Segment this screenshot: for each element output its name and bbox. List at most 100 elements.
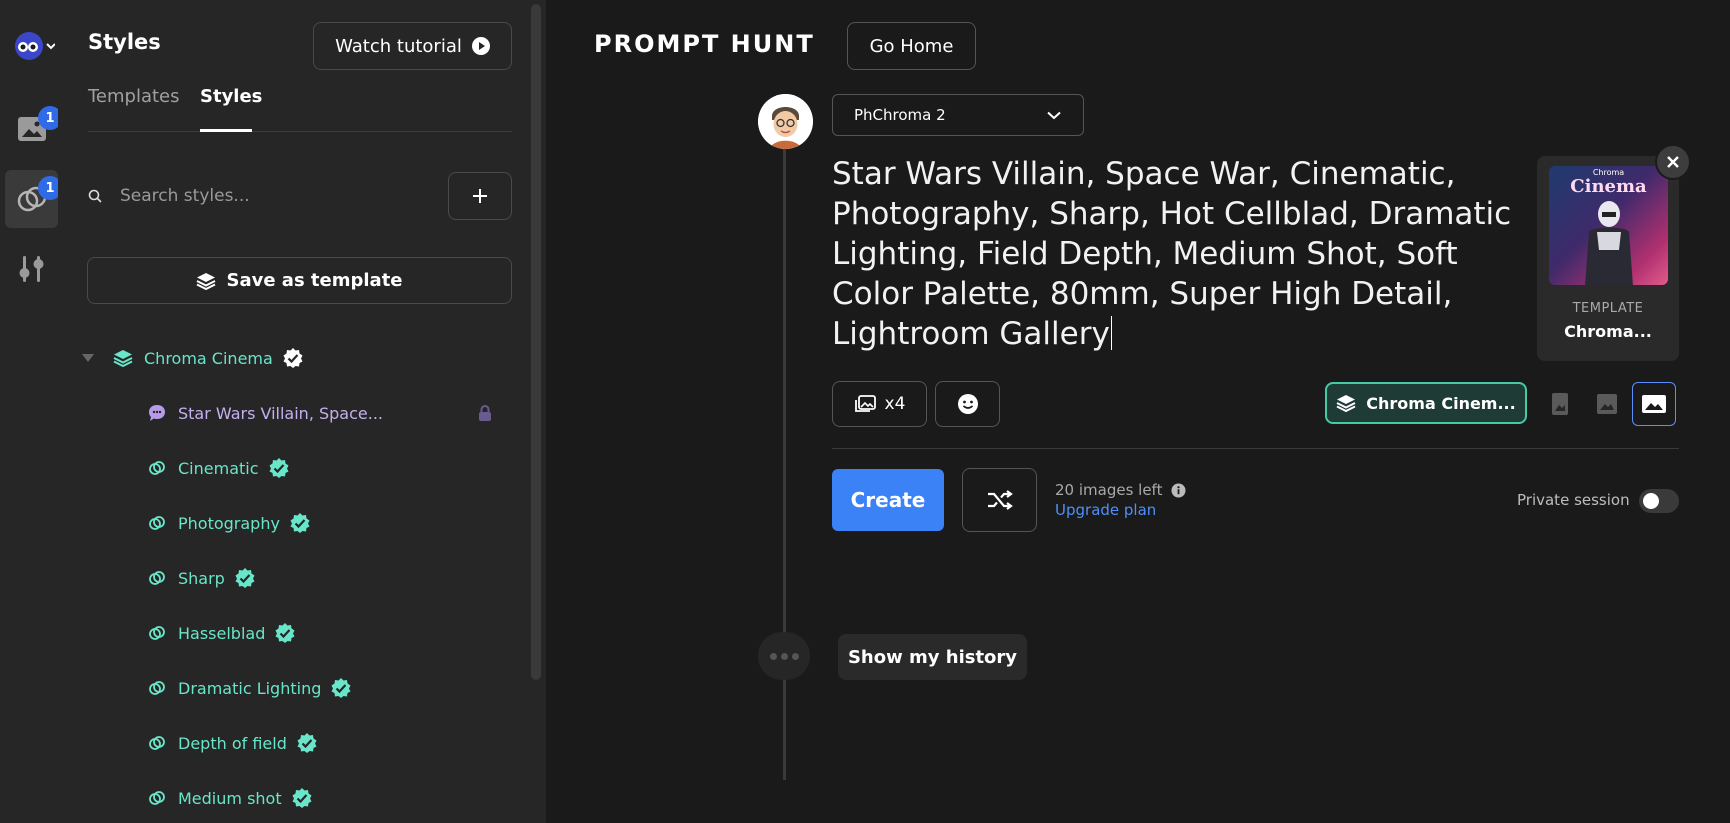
tree-item-label: Star Wars Villain, Space... <box>178 403 384 423</box>
tree-item-style[interactable]: Sharp <box>148 566 508 590</box>
prompt-hunt-logo[interactable]: PROMPT HUNT <box>594 30 815 58</box>
tree-item-label: Depth of field <box>178 733 287 753</box>
binoculars-logo-icon <box>15 32 55 60</box>
verified-badge-icon <box>269 458 289 478</box>
layers-icon <box>1336 395 1356 413</box>
tree-item-style[interactable]: Cinematic <box>148 456 508 480</box>
portrait-image-icon <box>1552 393 1568 415</box>
template-card[interactable]: Chroma Cinema TEMPLATE Chroma... <box>1537 156 1679 361</box>
active-template-label: Chroma Cinem... <box>1366 393 1516 413</box>
verified-badge-icon <box>235 568 255 588</box>
template-card-label: TEMPLATE <box>1572 301 1644 316</box>
tree-item-label: Hasselblad <box>178 623 266 643</box>
private-session-toggle[interactable] <box>1639 489 1679 513</box>
tab-templates[interactable]: Templates <box>88 86 180 107</box>
save-as-template-label: Save as template <box>226 270 403 291</box>
style-rings-icon <box>149 681 165 695</box>
rail-styles-button[interactable]: 1 <box>5 170 62 228</box>
upgrade-plan-link[interactable]: Upgrade plan <box>1055 501 1156 519</box>
tree-item-label: Sharp <box>178 568 225 588</box>
shuffle-button[interactable] <box>962 468 1037 532</box>
collapse-caret-icon[interactable] <box>82 354 94 362</box>
prompt-text: Star Wars Villain, Space War, Cinematic,… <box>832 156 1512 352</box>
tab-styles[interactable]: Styles <box>200 86 262 107</box>
info-icon[interactable] <box>1171 483 1186 498</box>
layers-icon <box>197 272 216 290</box>
tree-root-chroma-cinema[interactable]: Chroma Cinema <box>80 346 303 370</box>
shuffle-icon <box>987 490 1013 510</box>
images-stack-icon <box>854 395 876 412</box>
verified-badge-icon <box>331 678 351 698</box>
tree-item-style[interactable]: Hasselblad <box>148 621 508 645</box>
model-select-value: PhChroma 2 <box>854 106 946 124</box>
rail-settings-button[interactable] <box>5 240 58 298</box>
panel-title: Styles <box>88 30 161 54</box>
history-dots-icon <box>758 632 810 680</box>
landscape-image-icon <box>1642 395 1666 413</box>
search-icon <box>88 189 102 203</box>
tree-item-style[interactable]: Depth of field <box>148 731 508 755</box>
close-icon <box>1667 156 1679 168</box>
user-avatar-image <box>758 94 813 149</box>
divider <box>832 448 1679 449</box>
tree-item-style[interactable]: Medium shot <box>148 786 508 810</box>
rail-gallery-button[interactable]: 1 <box>5 100 62 158</box>
tree-item-style[interactable]: Photography <box>148 511 508 535</box>
watch-tutorial-button[interactable]: Watch tutorial <box>313 22 512 70</box>
tree-item-label: Dramatic Lighting <box>178 678 322 698</box>
tree-item-label: Cinematic <box>178 458 259 478</box>
show-history-button[interactable]: Show my history <box>838 634 1027 680</box>
aspect-square-button[interactable] <box>1586 383 1628 425</box>
active-tab-indicator <box>200 129 252 132</box>
emoji-button[interactable] <box>935 381 1000 427</box>
go-home-button[interactable]: Go Home <box>847 22 976 70</box>
active-template-chip[interactable]: Chroma Cinem... <box>1325 382 1527 424</box>
tree-item-label: Medium shot <box>178 788 282 808</box>
save-as-template-button[interactable]: Save as template <box>87 257 512 304</box>
prompt-editor[interactable]: Star Wars Villain, Space War, Cinematic,… <box>832 154 1532 354</box>
square-image-icon <box>1597 394 1617 414</box>
aspect-landscape-button[interactable] <box>1632 382 1676 426</box>
remove-template-button[interactable] <box>1655 144 1691 180</box>
left-rail: 1 1 <box>0 0 62 823</box>
account-menu-button[interactable] <box>8 24 58 68</box>
private-session-label: Private session <box>1517 491 1630 509</box>
image-count-button[interactable]: x4 <box>832 381 927 427</box>
verified-badge-icon <box>275 623 295 643</box>
images-left-text: 20 images left <box>1055 481 1163 499</box>
images-left-info: 20 images left <box>1055 481 1186 499</box>
tree-root-label: Chroma Cinema <box>144 348 273 368</box>
chevron-down-icon <box>1047 111 1061 119</box>
timeline-line <box>783 140 786 780</box>
template-card-name: Chroma... <box>1564 322 1652 341</box>
verified-badge-icon <box>290 513 310 533</box>
panel-tabs: Templates Styles <box>88 84 512 132</box>
style-search <box>88 178 388 214</box>
style-rings-icon <box>149 461 165 475</box>
style-rings-icon <box>149 736 165 750</box>
model-select[interactable]: PhChroma 2 <box>832 94 1084 136</box>
image-count-label: x4 <box>884 394 906 414</box>
avatar[interactable] <box>758 94 813 149</box>
style-rings-icon <box>149 571 165 585</box>
tree-item-prompt[interactable]: Star Wars Villain, Space... <box>148 401 508 425</box>
template-thumbnail: Chroma Cinema <box>1549 166 1668 285</box>
tree-item-style[interactable]: Dramatic Lighting <box>148 676 508 700</box>
create-button[interactable]: Create <box>832 469 944 531</box>
style-rings-icon <box>149 626 165 640</box>
verified-badge-icon <box>292 788 312 808</box>
panel-scrollbar[interactable] <box>531 4 541 680</box>
smiley-icon <box>957 394 978 414</box>
sliders-icon <box>19 256 43 282</box>
add-style-button[interactable] <box>448 172 512 220</box>
chat-bubble-icon <box>149 405 165 421</box>
search-styles-input[interactable] <box>120 186 370 206</box>
stormtrooper-figure <box>1585 201 1633 285</box>
watch-tutorial-label: Watch tutorial <box>335 35 462 57</box>
layers-icon <box>113 350 133 368</box>
style-rings-icon <box>149 516 165 530</box>
app-root: 1 1 Styles Watch tutorial Templates Styl… <box>0 0 1730 823</box>
aspect-portrait-button[interactable] <box>1539 383 1581 425</box>
style-rings-icon <box>149 791 165 805</box>
plus-icon <box>473 189 487 203</box>
